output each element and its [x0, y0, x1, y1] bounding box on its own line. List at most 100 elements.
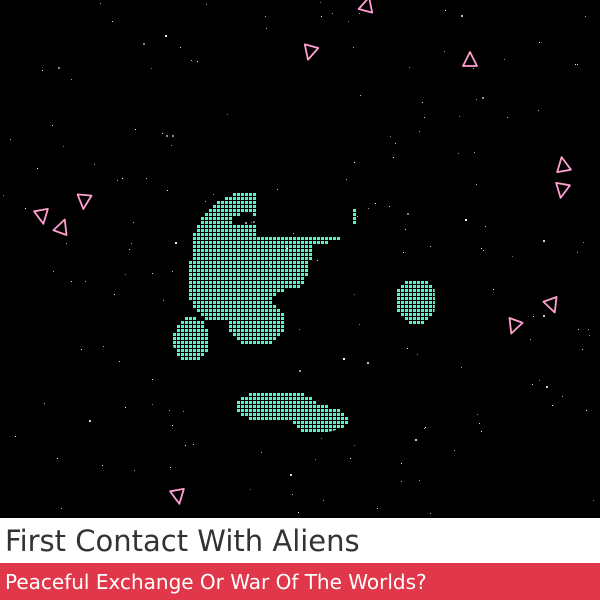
- star: [577, 64, 578, 65]
- star: [261, 452, 262, 453]
- star: [165, 35, 167, 37]
- star: [119, 361, 120, 362]
- star: [134, 470, 135, 471]
- star: [465, 219, 467, 221]
- star: [459, 116, 460, 117]
- article-card[interactable]: First Contact With Aliens Peaceful Excha…: [0, 0, 600, 600]
- star: [277, 189, 278, 190]
- star: [85, 281, 86, 282]
- star: [152, 404, 153, 405]
- star: [401, 481, 402, 482]
- star: [415, 439, 417, 441]
- star: [407, 348, 408, 349]
- star: [473, 68, 474, 69]
- star: [293, 233, 294, 234]
- star: [152, 273, 153, 274]
- star: [390, 136, 391, 137]
- star: [444, 51, 445, 52]
- star: [172, 271, 173, 272]
- article-title[interactable]: First Contact With Aliens: [5, 524, 360, 558]
- star: [424, 428, 425, 429]
- star: [129, 249, 130, 250]
- star: [266, 28, 267, 29]
- star: [245, 222, 247, 224]
- star: [167, 190, 168, 191]
- star: [114, 294, 115, 295]
- star: [430, 513, 431, 514]
- star: [15, 436, 16, 437]
- star: [481, 248, 482, 249]
- star: [166, 135, 168, 137]
- star: [61, 508, 62, 509]
- star: [582, 349, 583, 350]
- star: [251, 222, 252, 223]
- star: [3, 195, 4, 196]
- star: [417, 354, 418, 355]
- star: [359, 324, 360, 325]
- star: [483, 250, 484, 251]
- star: [359, 13, 360, 14]
- star: [53, 271, 54, 272]
- star: [299, 370, 301, 372]
- star: [454, 450, 455, 451]
- star: [112, 21, 113, 22]
- star: [57, 458, 58, 459]
- star: [477, 414, 478, 415]
- star: [357, 216, 358, 217]
- star: [37, 168, 38, 169]
- star: [476, 99, 477, 100]
- star: [360, 95, 361, 96]
- star: [172, 135, 174, 137]
- star: [253, 221, 255, 223]
- star: [143, 43, 145, 45]
- star: [317, 260, 318, 261]
- star: [389, 206, 390, 207]
- star: [430, 246, 431, 247]
- space-scene-svg: [0, 0, 600, 518]
- star: [539, 380, 540, 381]
- star: [422, 102, 423, 103]
- star: [183, 411, 184, 412]
- star: [151, 68, 152, 69]
- star: [461, 15, 463, 17]
- star: [320, 2, 321, 3]
- star: [213, 194, 214, 195]
- star: [290, 474, 292, 476]
- subtitle-bar[interactable]: Peaceful Exchange Or War Of The Worlds?: [0, 563, 600, 600]
- article-subtitle[interactable]: Peaceful Exchange Or War Of The Worlds?: [5, 570, 427, 594]
- star: [94, 164, 95, 165]
- star: [530, 339, 531, 340]
- star: [425, 427, 426, 428]
- star: [354, 445, 355, 446]
- star: [485, 226, 486, 227]
- star: [585, 16, 586, 17]
- star: [343, 358, 345, 360]
- star: [539, 42, 540, 43]
- star: [445, 10, 446, 11]
- star: [575, 64, 576, 65]
- star: [348, 21, 349, 22]
- star: [292, 494, 293, 495]
- star: [504, 59, 505, 60]
- star: [543, 240, 545, 242]
- star: [419, 480, 420, 481]
- star: [52, 125, 53, 126]
- star: [42, 70, 43, 71]
- star: [131, 243, 132, 244]
- star: [589, 335, 590, 336]
- star: [552, 405, 553, 406]
- star: [10, 139, 11, 140]
- star: [170, 467, 171, 468]
- star: [323, 500, 324, 501]
- star: [593, 500, 594, 501]
- star: [424, 117, 425, 118]
- star: [354, 162, 355, 163]
- star: [298, 512, 299, 513]
- star: [512, 256, 513, 257]
- title-bar[interactable]: First Contact With Aliens: [0, 518, 600, 563]
- star: [163, 300, 164, 301]
- star: [578, 329, 579, 330]
- star: [476, 184, 477, 185]
- star: [586, 410, 587, 411]
- star: [103, 346, 104, 347]
